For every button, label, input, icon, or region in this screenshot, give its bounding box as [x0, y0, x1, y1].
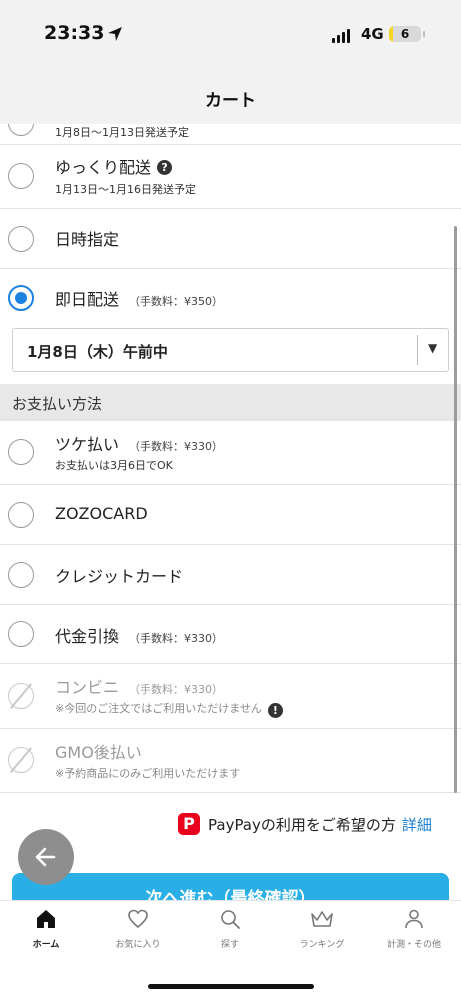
payment-option-title-wrap: ツケ払い （手数料：¥330） — [55, 431, 223, 455]
payment-option-note: お支払いは3月6日でOK — [55, 459, 173, 472]
payment-option-title: GMO後払い — [55, 743, 142, 762]
page-title: カート — [205, 91, 256, 111]
delivery-option-fee: （手数料：¥350） — [129, 295, 224, 308]
signal-icon — [332, 29, 350, 43]
delivery-option-title-wrap: 即日配送 （手数料：¥350） — [55, 286, 223, 310]
heart-icon — [128, 909, 148, 929]
delivery-option-title: 即日配送 — [55, 290, 120, 309]
delivery-option-standard[interactable]: 1月8日〜1月13日発送予定 — [0, 124, 461, 145]
tab-label: ホーム — [32, 940, 60, 950]
payment-option-fee: （手数料：¥330） — [129, 683, 224, 696]
battery-cap — [423, 31, 425, 37]
paypay-row: P PayPayの利用をご希望の方 詳細 — [178, 813, 432, 835]
payment-option-credit-card[interactable]: クレジットカード — [0, 545, 461, 605]
payment-option-title: ツケ払い — [55, 435, 120, 454]
payment-option-title: コンビニ — [55, 678, 120, 697]
tab-label: ランキング — [299, 940, 345, 950]
radio-button[interactable] — [8, 124, 34, 136]
nav-header: カート — [0, 68, 461, 124]
help-icon[interactable]: ? — [157, 160, 173, 175]
payment-option-cod[interactable]: 代金引換 （手数料：¥330） — [0, 605, 461, 664]
payment-option-note: ※今回のご注文ではご利用いただけません — [55, 702, 262, 715]
payment-option-fee: （手数料：¥330） — [129, 440, 224, 453]
status-time: 23:33 — [44, 22, 105, 44]
payment-option-fee: （手数料：¥330） — [129, 632, 224, 645]
payment-option-title-wrap: コンビニ （手数料：¥330） — [55, 674, 223, 698]
radio-button-disabled — [8, 683, 34, 709]
delivery-option-schedule: 1月13日〜1月16日発送予定 — [55, 183, 196, 196]
chevron-down-icon[interactable]: ▼ — [428, 341, 437, 355]
payment-section-header: お支払い方法 — [0, 384, 461, 421]
radio-button[interactable] — [8, 621, 34, 647]
payment-option-tsuke[interactable]: ツケ払い （手数料：¥330） お支払いは3月6日でOK — [0, 421, 461, 485]
payment-option-gmo: GMO後払い ※予約商品にのみご利用いただけます — [0, 729, 461, 793]
radio-button[interactable] — [8, 226, 34, 252]
radio-button[interactable] — [8, 562, 34, 588]
payment-option-zozocard[interactable]: ZOZOCARD — [0, 485, 461, 545]
delivery-option-title-wrap: ゆっくり配送? — [55, 154, 173, 178]
status-bar: 23:33 4G 6 — [0, 0, 461, 68]
crown-icon — [311, 911, 333, 927]
date-select-value: 1月8日（木）午前中 — [27, 343, 168, 361]
radio-button-selected[interactable] — [8, 285, 34, 311]
delivery-option-datetime[interactable]: 日時指定 — [0, 209, 461, 269]
delivery-date-select[interactable]: 1月8日（木）午前中 ▼ — [12, 328, 449, 372]
payment-option-konbini: コンビニ （手数料：¥330） ※今回のご注文ではご利用いただけません! — [0, 664, 461, 729]
payment-option-title-wrap: 代金引換 （手数料：¥330） — [55, 623, 223, 647]
delivery-option-schedule: 1月8日〜1月13日発送予定 — [55, 126, 189, 139]
tab-home[interactable]: ホーム — [0, 907, 92, 950]
payment-option-note: ※予約商品にのみご利用いただけます — [55, 767, 241, 780]
select-divider — [417, 335, 418, 365]
location-arrow-icon — [108, 27, 122, 41]
tab-label: 探す — [220, 940, 239, 950]
delivery-option-title: 日時指定 — [55, 230, 120, 249]
home-icon — [37, 910, 55, 928]
tab-label: お気に入り — [115, 940, 161, 950]
alert-icon[interactable]: ! — [267, 703, 283, 718]
search-icon — [221, 910, 240, 929]
delivery-option-title: ゆっくり配送 — [55, 158, 152, 177]
tab-label: 計測・その他 — [386, 940, 441, 950]
scrollbar[interactable] — [454, 226, 457, 793]
paypay-logo-icon: P — [178, 813, 200, 835]
tab-measure-other[interactable]: 計測・その他 — [368, 907, 460, 950]
radio-button[interactable] — [8, 439, 34, 465]
paypay-details-link[interactable]: 詳細 — [402, 814, 432, 835]
back-button[interactable] — [18, 829, 74, 885]
tab-search[interactable]: 探す — [184, 907, 276, 950]
section-title: お支払い方法 — [12, 395, 103, 413]
radio-button[interactable] — [8, 163, 34, 189]
payment-option-title: 代金引換 — [55, 627, 120, 646]
tab-favorites[interactable]: お気に入り — [92, 907, 184, 950]
tab-ranking[interactable]: ランキング — [276, 907, 368, 950]
network-type: 4G — [361, 25, 384, 43]
home-indicator — [148, 984, 314, 989]
paypay-text: PayPayの利用をご希望の方 — [208, 815, 396, 834]
battery-icon: 6 — [389, 26, 421, 42]
delivery-option-slow[interactable]: ゆっくり配送? 1月13日〜1月16日発送予定 — [0, 145, 461, 209]
battery-percent: 6 — [400, 27, 410, 41]
payment-option-note-wrap: ※今回のご注文ではご利用いただけません! — [55, 700, 283, 718]
payment-option-title: ZOZOCARD — [55, 504, 148, 523]
arrow-left-icon — [35, 847, 56, 867]
radio-button[interactable] — [8, 502, 34, 528]
payment-option-title: クレジットカード — [55, 567, 184, 586]
person-icon — [405, 909, 423, 929]
radio-button-disabled — [8, 747, 34, 773]
